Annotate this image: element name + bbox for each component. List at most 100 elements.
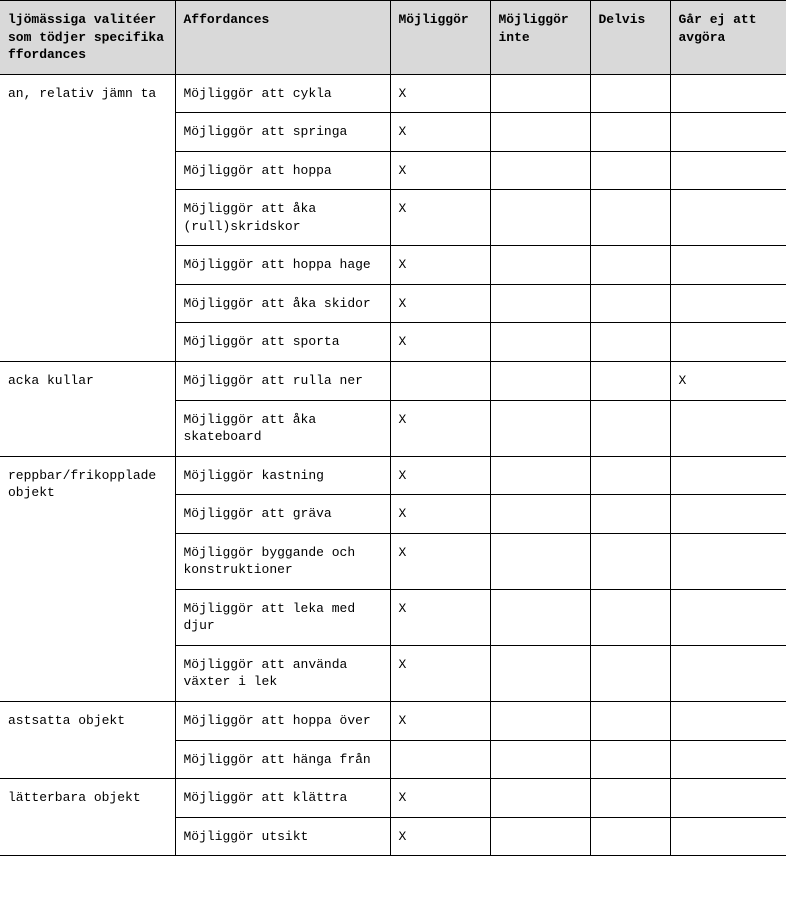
mojliggor-cell: X [390, 400, 490, 456]
delvis-cell [590, 645, 670, 701]
gar-ej-cell [670, 495, 786, 534]
affordance-cell: Möjliggör att rulla ner [175, 362, 390, 401]
mojliggor-cell: X [390, 702, 490, 741]
table-header: ljömässiga valitéer som tödjer specifika… [0, 1, 786, 75]
gar-ej-cell: X [670, 362, 786, 401]
mojliggor-inte-cell [490, 400, 590, 456]
gar-ej-cell [670, 323, 786, 362]
gar-ej-cell [670, 246, 786, 285]
delvis-cell [590, 190, 670, 246]
affordance-cell: Möjliggör utsikt [175, 817, 390, 856]
gar-ej-cell [670, 151, 786, 190]
mojliggor-inte-cell [490, 533, 590, 589]
mojliggor-inte-cell [490, 190, 590, 246]
affordance-cell: Möjliggör att hoppa [175, 151, 390, 190]
affordance-cell: Möjliggör att åka skateboard [175, 400, 390, 456]
mojliggor-cell: X [390, 74, 490, 113]
affordance-cell: Möjliggör att springa [175, 113, 390, 152]
delvis-cell [590, 323, 670, 362]
delvis-cell [590, 533, 670, 589]
affordance-cell: Möjliggör att hoppa hage [175, 246, 390, 285]
gar-ej-cell [670, 113, 786, 152]
affordance-cell: Möjliggör att klättra [175, 779, 390, 818]
delvis-cell [590, 151, 670, 190]
affordance-cell: Möjliggör att åka skidor [175, 284, 390, 323]
mojliggor-cell: X [390, 284, 490, 323]
gar-ej-cell [670, 645, 786, 701]
mojliggor-inte-cell [490, 779, 590, 818]
affordance-cell: Möjliggör att använda växter i lek [175, 645, 390, 701]
mojliggor-inte-cell [490, 246, 590, 285]
mojliggor-cell [390, 362, 490, 401]
header-gar-ej: Går ej att avgöra [670, 1, 786, 75]
delvis-cell [590, 113, 670, 152]
delvis-cell [590, 74, 670, 113]
mojliggor-inte-cell [490, 495, 590, 534]
mojliggor-inte-cell [490, 817, 590, 856]
mojliggor-cell: X [390, 495, 490, 534]
mojliggor-cell: X [390, 533, 490, 589]
mojliggor-inte-cell [490, 740, 590, 779]
delvis-cell [590, 702, 670, 741]
quality-cell: astsatta objekt [0, 702, 175, 779]
mojliggor-cell: X [390, 456, 490, 495]
quality-cell: reppbar/frikopplade objekt [0, 456, 175, 701]
gar-ej-cell [670, 400, 786, 456]
delvis-cell [590, 495, 670, 534]
quality-cell: lätterbara objekt [0, 779, 175, 856]
mojliggor-inte-cell [490, 645, 590, 701]
table-row: an, relativ jämn taMöjliggör att cyklaX [0, 74, 786, 113]
affordance-cell: Möjliggör att hoppa över [175, 702, 390, 741]
delvis-cell [590, 362, 670, 401]
delvis-cell [590, 400, 670, 456]
header-mojliggor: Möjliggör [390, 1, 490, 75]
gar-ej-cell [670, 190, 786, 246]
header-delvis: Delvis [590, 1, 670, 75]
mojliggor-inte-cell [490, 113, 590, 152]
delvis-cell [590, 817, 670, 856]
table-row: reppbar/frikopplade objektMöjliggör kast… [0, 456, 786, 495]
table-row: lätterbara objektMöjliggör att klättraX [0, 779, 786, 818]
mojliggor-inte-cell [490, 456, 590, 495]
gar-ej-cell [670, 740, 786, 779]
affordances-table: ljömässiga valitéer som tödjer specifika… [0, 0, 786, 856]
affordance-cell: Möjliggör byggande och konstruktioner [175, 533, 390, 589]
gar-ej-cell [670, 74, 786, 113]
mojliggor-cell: X [390, 589, 490, 645]
gar-ej-cell [670, 817, 786, 856]
mojliggor-inte-cell [490, 74, 590, 113]
affordance-cell: Möjliggör att åka (rull)skridskor [175, 190, 390, 246]
delvis-cell [590, 284, 670, 323]
mojliggor-cell: X [390, 817, 490, 856]
header-mojliggor-inte: Möjliggör inte [490, 1, 590, 75]
table-row: acka kullarMöjliggör att rulla nerX [0, 362, 786, 401]
table-body: an, relativ jämn taMöjliggör att cyklaXM… [0, 74, 786, 856]
mojliggor-inte-cell [490, 284, 590, 323]
gar-ej-cell [670, 284, 786, 323]
header-affordances: Affordances [175, 1, 390, 75]
affordance-cell: Möjliggör att leka med djur [175, 589, 390, 645]
affordance-cell: Möjliggör att cykla [175, 74, 390, 113]
mojliggor-inte-cell [490, 589, 590, 645]
gar-ej-cell [670, 456, 786, 495]
mojliggor-cell: X [390, 323, 490, 362]
delvis-cell [590, 740, 670, 779]
affordance-cell: Möjliggör kastning [175, 456, 390, 495]
affordance-cell: Möjliggör att gräva [175, 495, 390, 534]
quality-cell: an, relativ jämn ta [0, 74, 175, 361]
delvis-cell [590, 779, 670, 818]
quality-cell: acka kullar [0, 362, 175, 457]
mojliggor-inte-cell [490, 362, 590, 401]
mojliggor-cell: X [390, 246, 490, 285]
mojliggor-cell [390, 740, 490, 779]
header-quality: ljömässiga valitéer som tödjer specifika… [0, 1, 175, 75]
gar-ej-cell [670, 589, 786, 645]
table-row: astsatta objektMöjliggör att hoppa överX [0, 702, 786, 741]
mojliggor-cell: X [390, 113, 490, 152]
mojliggor-cell: X [390, 190, 490, 246]
affordance-cell: Möjliggör att sporta [175, 323, 390, 362]
affordance-cell: Möjliggör att hänga från [175, 740, 390, 779]
delvis-cell [590, 456, 670, 495]
mojliggor-cell: X [390, 645, 490, 701]
mojliggor-inte-cell [490, 702, 590, 741]
